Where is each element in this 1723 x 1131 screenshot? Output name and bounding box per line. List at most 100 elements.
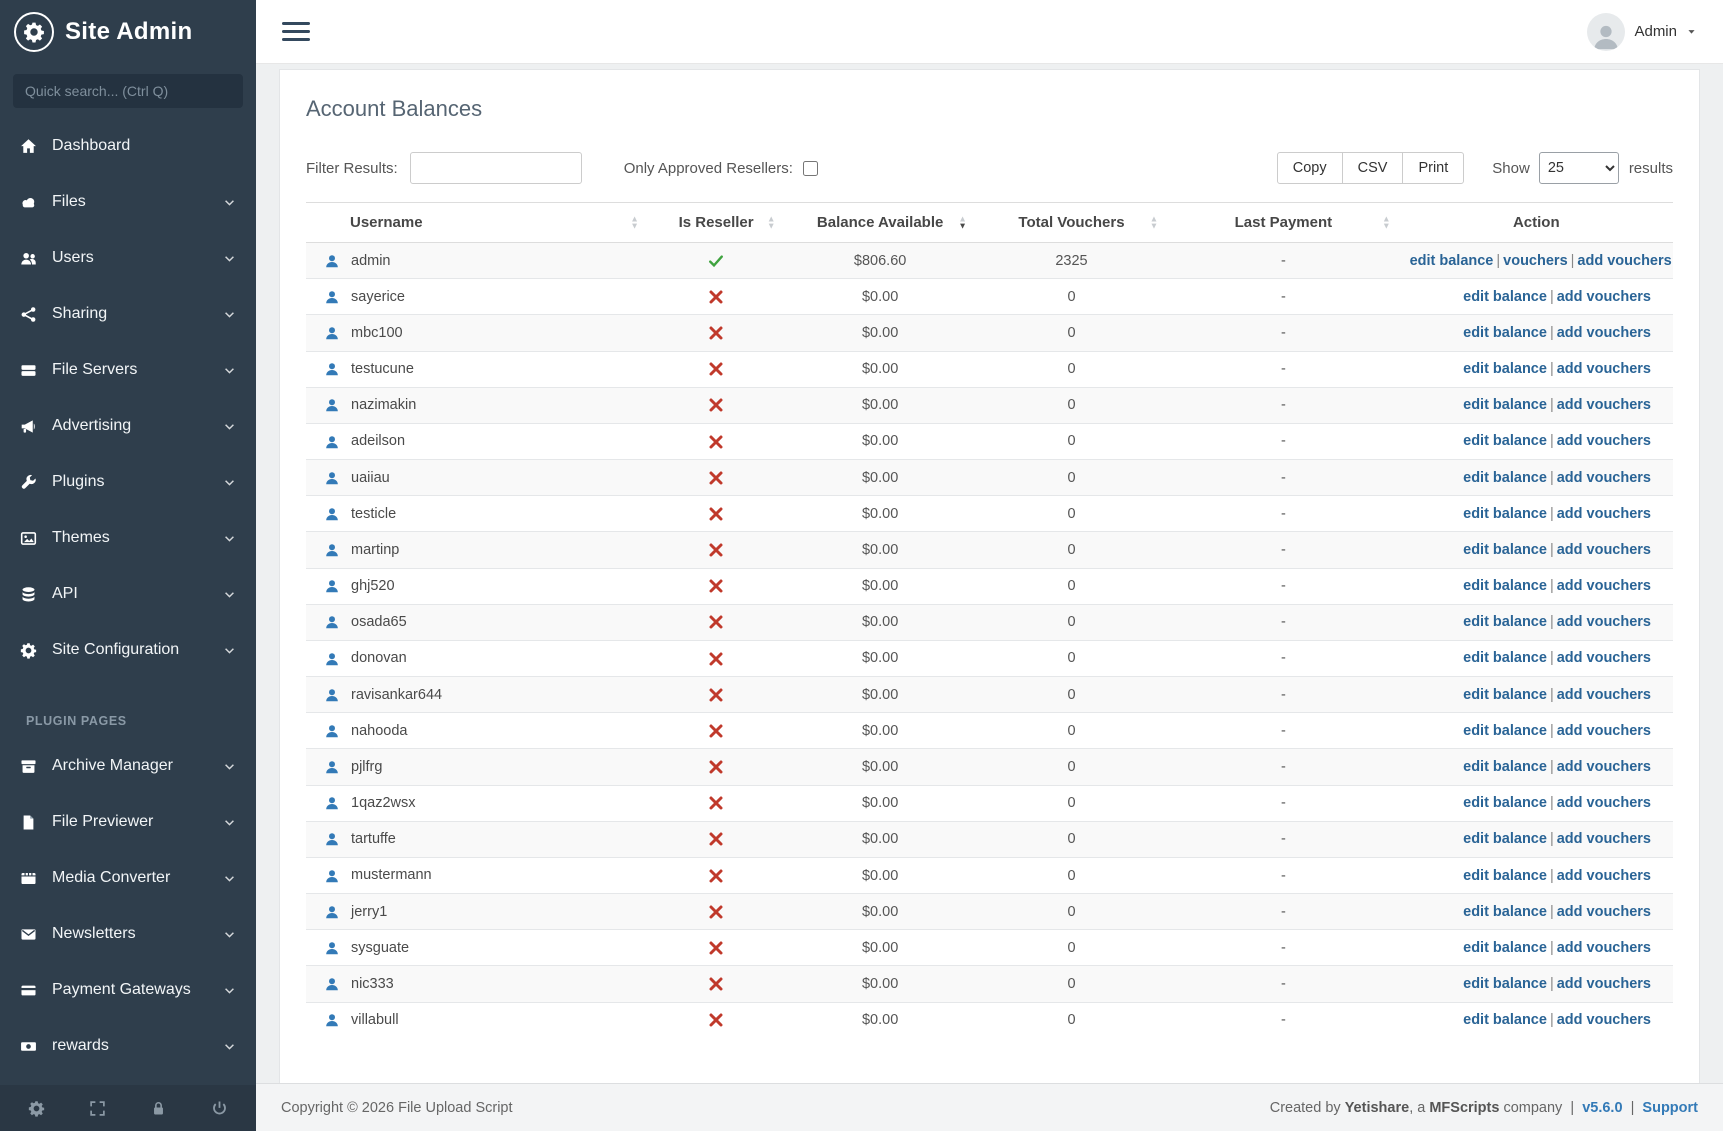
add-vouchers-link[interactable]: add vouchers — [1557, 1012, 1651, 1028]
show-results-select[interactable]: 25 — [1539, 152, 1619, 184]
add-vouchers-link[interactable]: add vouchers — [1557, 361, 1651, 377]
edit-balance-link[interactable]: edit balance — [1463, 831, 1547, 847]
sort-icon[interactable]: ▲▼ — [958, 215, 966, 230]
yetishare-brand[interactable]: Yetishare — [1345, 1100, 1410, 1116]
edit-balance-link[interactable]: edit balance — [1463, 795, 1547, 811]
add-vouchers-link[interactable]: add vouchers — [1577, 253, 1671, 269]
edit-balance-link[interactable]: edit balance — [1463, 1012, 1547, 1028]
column-header-last-payment[interactable]: Last Payment▲▼ — [1167, 203, 1399, 243]
add-vouchers-link[interactable]: add vouchers — [1557, 976, 1651, 992]
edit-balance-link[interactable]: edit balance — [1463, 904, 1547, 920]
action-separator: | — [1550, 759, 1554, 775]
sort-icon[interactable]: ▲▼ — [1382, 215, 1390, 230]
add-vouchers-link[interactable]: add vouchers — [1557, 614, 1651, 630]
user-menu[interactable]: Admin — [1587, 13, 1697, 51]
add-vouchers-link[interactable]: add vouchers — [1557, 904, 1651, 920]
copy-button[interactable]: Copy — [1277, 152, 1343, 184]
edit-balance-link[interactable]: edit balance — [1463, 397, 1547, 413]
edit-balance-link[interactable]: edit balance — [1463, 759, 1547, 775]
sidebar-expand-button[interactable] — [89, 1100, 106, 1117]
user-icon — [324, 578, 340, 594]
sidebar-gear-button[interactable] — [28, 1100, 45, 1117]
sort-icon[interactable]: ▲▼ — [630, 215, 638, 230]
edit-balance-link[interactable]: edit balance — [1463, 470, 1547, 486]
edit-balance-link[interactable]: edit balance — [1463, 687, 1547, 703]
vouchers-link[interactable]: vouchers — [1503, 253, 1567, 269]
sort-icon[interactable]: ▲▼ — [767, 215, 775, 230]
add-vouchers-link[interactable]: add vouchers — [1557, 506, 1651, 522]
table-row: nic333$0.000-edit balance|add vouchers — [306, 966, 1673, 1002]
edit-balance-link[interactable]: edit balance — [1463, 940, 1547, 956]
edit-balance-link[interactable]: edit balance — [1463, 506, 1547, 522]
sidebar-item-sharing[interactable]: Sharing — [0, 286, 256, 342]
action-separator: | — [1550, 976, 1554, 992]
username-cell: osada65 — [306, 604, 648, 640]
add-vouchers-link[interactable]: add vouchers — [1557, 940, 1651, 956]
add-vouchers-link[interactable]: add vouchers — [1557, 289, 1651, 305]
add-vouchers-link[interactable]: add vouchers — [1557, 542, 1651, 558]
add-vouchers-link[interactable]: add vouchers — [1557, 397, 1651, 413]
add-vouchers-link[interactable]: add vouchers — [1557, 723, 1651, 739]
sidebar-item-advertising[interactable]: Advertising — [0, 398, 256, 454]
total-vouchers-cell: 0 — [976, 496, 1167, 532]
add-vouchers-link[interactable]: add vouchers — [1557, 433, 1651, 449]
column-header-username[interactable]: Username▲▼ — [306, 203, 648, 243]
support-link[interactable]: Support — [1642, 1100, 1698, 1116]
column-header-total-vouchers[interactable]: Total Vouchers▲▼ — [976, 203, 1167, 243]
add-vouchers-link[interactable]: add vouchers — [1557, 831, 1651, 847]
edit-balance-link[interactable]: edit balance — [1410, 253, 1494, 269]
add-vouchers-link[interactable]: add vouchers — [1557, 650, 1651, 666]
total-vouchers-cell: 2325 — [976, 243, 1167, 279]
filter-results-input[interactable] — [410, 152, 582, 184]
sidebar-power-button[interactable] — [211, 1100, 228, 1117]
quick-search-input[interactable] — [13, 74, 243, 108]
edit-balance-link[interactable]: edit balance — [1463, 542, 1547, 558]
sidebar-item-file-previewer[interactable]: File Previewer — [0, 794, 256, 850]
edit-balance-link[interactable]: edit balance — [1463, 325, 1547, 341]
add-vouchers-link[interactable]: add vouchers — [1557, 325, 1651, 341]
sidebar-item-plugins[interactable]: Plugins — [0, 454, 256, 510]
edit-balance-link[interactable]: edit balance — [1463, 650, 1547, 666]
topbar: Admin — [256, 0, 1723, 64]
action-cell: edit balance|add vouchers — [1400, 713, 1673, 749]
sidebar-item-payment-gateways[interactable]: Payment Gateways — [0, 962, 256, 1018]
sidebar-lock-button[interactable] — [150, 1100, 167, 1117]
csv-button[interactable]: CSV — [1342, 152, 1404, 184]
edit-balance-link[interactable]: edit balance — [1463, 976, 1547, 992]
edit-balance-link[interactable]: edit balance — [1463, 361, 1547, 377]
last-payment-cell: - — [1167, 423, 1399, 459]
edit-balance-link[interactable]: edit balance — [1463, 433, 1547, 449]
sidebar-item-archive-manager[interactable]: Archive Manager — [0, 738, 256, 794]
sidebar-item-rewards[interactable]: rewards — [0, 1018, 256, 1074]
edit-balance-link[interactable]: edit balance — [1463, 868, 1547, 884]
cross-icon — [708, 868, 724, 884]
edit-balance-link[interactable]: edit balance — [1463, 289, 1547, 305]
mfscripts-brand[interactable]: MFScripts — [1429, 1100, 1499, 1116]
sidebar-item-users[interactable]: Users — [0, 230, 256, 286]
sidebar-item-api[interactable]: API — [0, 566, 256, 622]
add-vouchers-link[interactable]: add vouchers — [1557, 868, 1651, 884]
print-button[interactable]: Print — [1402, 152, 1464, 184]
add-vouchers-link[interactable]: add vouchers — [1557, 578, 1651, 594]
cross-icon — [708, 289, 724, 305]
column-header-balance-available[interactable]: Balance Available▲▼ — [784, 203, 975, 243]
add-vouchers-link[interactable]: add vouchers — [1557, 470, 1651, 486]
sidebar-item-themes[interactable]: Themes — [0, 510, 256, 566]
hamburger-menu-icon[interactable] — [282, 17, 310, 46]
sidebar-item-dashboard[interactable]: Dashboard — [0, 118, 256, 174]
add-vouchers-link[interactable]: add vouchers — [1557, 687, 1651, 703]
sidebar-item-newsletters[interactable]: Newsletters — [0, 906, 256, 962]
username-text: nazimakin — [351, 397, 416, 413]
sidebar-item-file-servers[interactable]: File Servers — [0, 342, 256, 398]
column-header-is-reseller[interactable]: Is Reseller▲▼ — [648, 203, 785, 243]
edit-balance-link[interactable]: edit balance — [1463, 614, 1547, 630]
sidebar-item-media-converter[interactable]: Media Converter — [0, 850, 256, 906]
sidebar-item-files[interactable]: Files — [0, 174, 256, 230]
add-vouchers-link[interactable]: add vouchers — [1557, 795, 1651, 811]
edit-balance-link[interactable]: edit balance — [1463, 578, 1547, 594]
edit-balance-link[interactable]: edit balance — [1463, 723, 1547, 739]
sidebar-item-site-configuration[interactable]: Site Configuration — [0, 622, 256, 678]
approved-resellers-checkbox[interactable] — [803, 161, 818, 176]
sort-icon[interactable]: ▲▼ — [1150, 215, 1158, 230]
add-vouchers-link[interactable]: add vouchers — [1557, 759, 1651, 775]
